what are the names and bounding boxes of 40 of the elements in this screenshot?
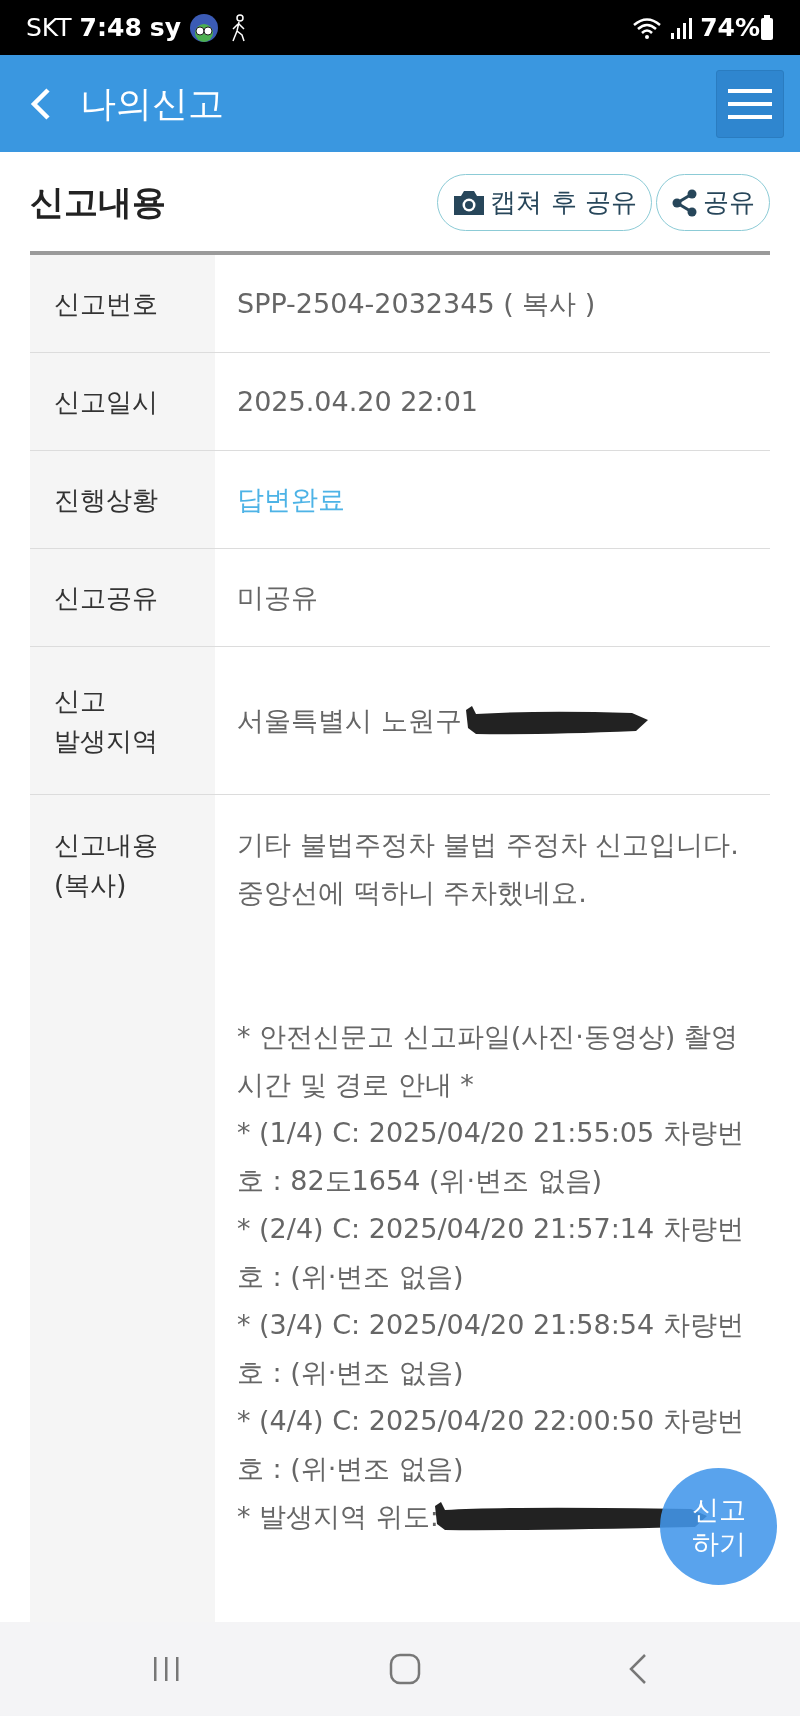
- menu-icon: [728, 87, 772, 120]
- back-nav-icon[interactable]: [628, 1653, 649, 1685]
- page-title: 나의신고: [80, 81, 224, 126]
- status-tag: sy: [149, 8, 181, 47]
- content-text: * 안전신문고 신고파일(사진·동영상) 촬영시간 및 경로 안내 *: [237, 1020, 739, 1102]
- content-text: 중앙선에 떡하니 주차했네요.: [237, 876, 588, 910]
- field-label: (복사): [54, 869, 128, 902]
- content-text: * 발생지역 위도:: [237, 1500, 439, 1534]
- content-text: * (3/4) C: 2025/04/20 21:58:54 차량번호 : (위·변조 없음): [237, 1308, 745, 1390]
- field-value: 2025.04.20 22:01: [237, 384, 478, 419]
- content-text: * (2/4) C: 2025/04/20 21:57:14 차량번호 : (위·변조 없음): [237, 1212, 745, 1294]
- signal-icon: [668, 15, 695, 40]
- recent-apps-icon[interactable]: [151, 1656, 182, 1682]
- content-text: 기타 불법주정차 불법 주정차 신고입니다.: [237, 828, 740, 862]
- field-value: 미공유: [237, 580, 318, 615]
- section-title: 신고내용: [30, 181, 167, 224]
- carrier-name: SKT: [26, 11, 72, 44]
- back-icon[interactable]: [30, 86, 52, 121]
- home-icon[interactable]: [389, 1653, 421, 1685]
- clock-time: 7:48: [79, 11, 142, 44]
- camera-icon: [452, 188, 487, 217]
- field-label: 신고번호: [54, 287, 159, 321]
- share-button[interactable]: 공유: [656, 174, 770, 231]
- field-label: 신고일시: [54, 385, 159, 419]
- capture-share-button[interactable]: 캡쳐 후 공유: [437, 174, 652, 231]
- field-label: 신고내용: [54, 829, 159, 862]
- field-label: 신고공유: [54, 581, 159, 615]
- content-text: * (1/4) C: 2025/04/20 21:55:05 차량번호 : 82도1654 (위·변조 없음): [237, 1116, 745, 1198]
- status-value: 답변완료: [237, 482, 345, 517]
- menu-button[interactable]: [716, 69, 784, 138]
- field-label: 진행상황: [54, 483, 159, 517]
- field-label: 발생지역: [54, 724, 159, 758]
- field-label: 신고: [54, 684, 107, 718]
- field-value: SPP-2504-2032345 ( 복사 ): [237, 286, 596, 321]
- battery-icon: [760, 14, 774, 41]
- battery-percent: 74%: [700, 11, 760, 44]
- field-value: 서울특별시 노원구: [237, 703, 462, 738]
- share-icon: [671, 188, 699, 217]
- wifi-icon: [632, 15, 663, 40]
- avatar-icon: [188, 12, 219, 43]
